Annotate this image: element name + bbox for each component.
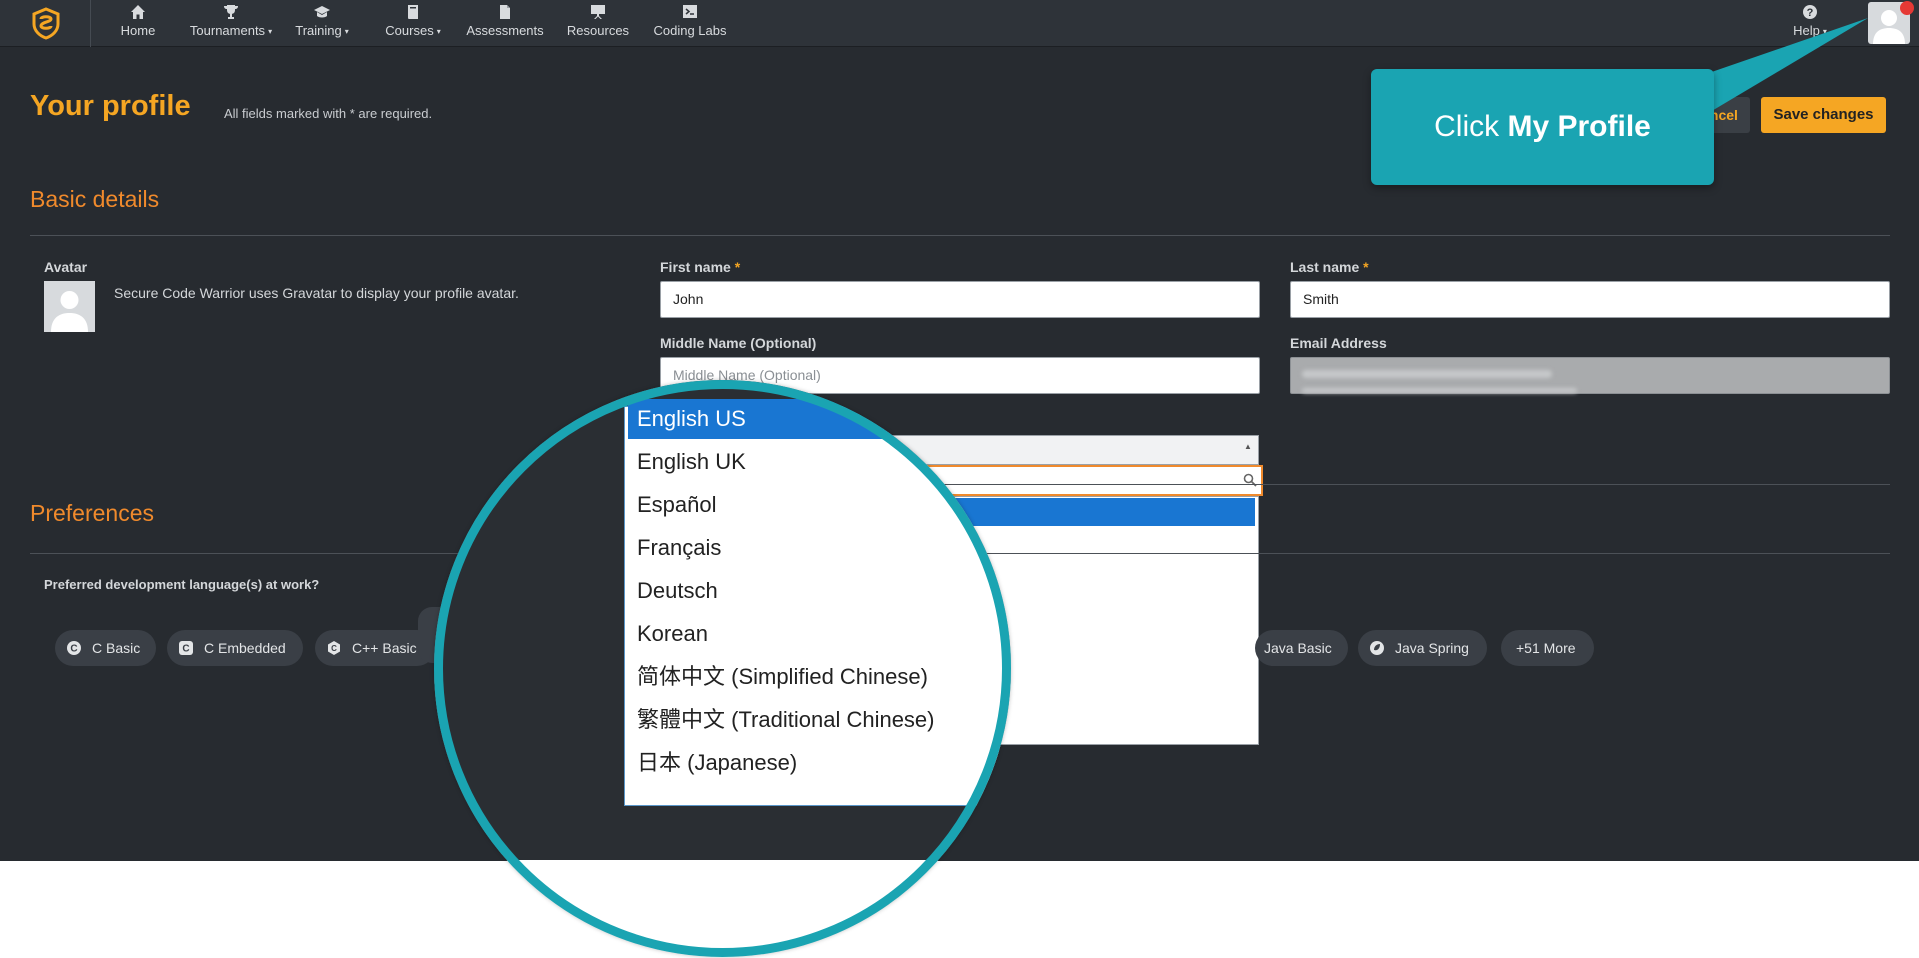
language-option-deutsch[interactable]: Deutsch bbox=[628, 571, 1011, 611]
nav-item-courses[interactable]: Courses ▾ bbox=[383, 4, 443, 44]
language-option-english-us[interactable]: English US bbox=[628, 399, 1011, 439]
c-language-icon: C bbox=[67, 641, 81, 655]
nav-item-training[interactable]: Training ▾ bbox=[292, 4, 352, 44]
svg-text:C: C bbox=[70, 644, 77, 655]
section-divider bbox=[30, 235, 1890, 236]
navbar-divider bbox=[90, 0, 91, 47]
notification-dot bbox=[1900, 1, 1914, 15]
presentation-icon bbox=[591, 5, 605, 19]
nav-label: Courses bbox=[385, 23, 434, 38]
tutorial-callout: Click My Profile bbox=[1371, 69, 1714, 185]
page-title: Your profile bbox=[30, 90, 191, 122]
avatar-label: Avatar bbox=[44, 259, 88, 275]
avatar bbox=[44, 281, 95, 332]
document-icon bbox=[500, 5, 510, 19]
language-option-korean[interactable]: Korean bbox=[628, 614, 1011, 654]
save-changes-button[interactable]: Save changes bbox=[1761, 97, 1886, 133]
language-chip[interactable]: C C++ Basic bbox=[315, 630, 435, 666]
nav-item-coding-labs[interactable]: Coding Labs bbox=[652, 4, 728, 44]
nav-label: Home bbox=[120, 23, 156, 38]
nav-item-tournaments[interactable]: Tournaments ▾ bbox=[186, 4, 276, 44]
svg-text:C: C bbox=[331, 644, 337, 653]
language-chip[interactable]: Java Basic bbox=[1255, 630, 1348, 666]
language-chip[interactable]: C C Embedded bbox=[167, 630, 303, 666]
preferences-title: Preferences bbox=[30, 500, 155, 526]
nav-item-home[interactable]: Home bbox=[118, 4, 158, 44]
caret-up-icon: ▲ bbox=[1244, 442, 1252, 451]
language-option-simplified-chinese[interactable]: 简体中文 (Simplified Chinese) bbox=[628, 657, 1011, 697]
last-name-field[interactable]: Smith bbox=[1290, 281, 1890, 318]
nav-label: Training bbox=[295, 23, 342, 38]
nav-label: Help bbox=[1793, 23, 1820, 38]
question-circle-icon: ? bbox=[1803, 5, 1817, 19]
first-name-label: First name * bbox=[660, 259, 741, 275]
nav-item-resources[interactable]: Resources bbox=[565, 4, 631, 44]
dev-language-question: Preferred development language(s) at wor… bbox=[44, 577, 320, 592]
language-chip[interactable]: C C Basic bbox=[55, 630, 156, 666]
language-option-english-uk[interactable]: English UK bbox=[628, 442, 1011, 482]
language-option-japanese[interactable]: 日本 (Japanese) bbox=[628, 743, 1011, 783]
magnified-background-white bbox=[434, 860, 1011, 957]
redacted-email-underline bbox=[1302, 388, 1577, 393]
basic-details-title: Basic details bbox=[30, 186, 160, 212]
caret-down-icon: ▾ bbox=[1822, 27, 1827, 36]
avatar-description: Secure Code Warrior uses Gravatar to dis… bbox=[114, 285, 519, 301]
nav-label: Resources bbox=[566, 23, 630, 38]
first-name-field[interactable]: John bbox=[660, 281, 1260, 318]
cpp-language-icon: C bbox=[328, 641, 340, 655]
required-mark: * bbox=[734, 259, 741, 275]
last-name-label: Last name * bbox=[1290, 259, 1369, 275]
language-option-espanol[interactable]: Español bbox=[628, 485, 1011, 525]
user-silhouette-icon bbox=[51, 291, 88, 332]
caret-down-icon: ▾ bbox=[436, 27, 441, 36]
svg-text:?: ? bbox=[1807, 7, 1814, 19]
home-icon bbox=[131, 5, 145, 19]
graduation-cap-icon bbox=[314, 6, 330, 18]
required-fields-note: All fields marked with * are required. bbox=[224, 106, 433, 121]
caret-down-icon: ▾ bbox=[268, 27, 273, 36]
language-option-traditional-chinese[interactable]: 繁體中文 (Traditional Chinese) bbox=[628, 700, 1011, 740]
secure-code-warrior-logo[interactable] bbox=[28, 5, 64, 41]
nav-item-assessments[interactable]: Assessments bbox=[464, 4, 546, 44]
required-mark: * bbox=[1363, 259, 1369, 275]
nav-label: Tournaments bbox=[189, 23, 266, 38]
top-navbar: Home Tournaments ▾ Training ▾ Courses ▾ Ass… bbox=[0, 0, 1919, 47]
c-language-icon: C bbox=[179, 641, 193, 655]
app-window: Home Tournaments ▾ Training ▾ Courses ▾ Ass… bbox=[0, 0, 1919, 958]
language-option-francais[interactable]: Français bbox=[628, 528, 1011, 568]
nav-item-help[interactable]: ? Help ▾ bbox=[1787, 4, 1833, 44]
nav-label: Assessments bbox=[466, 23, 544, 38]
middle-name-label: Middle Name (Optional) bbox=[660, 335, 817, 351]
book-icon bbox=[408, 5, 418, 19]
trophy-icon bbox=[224, 5, 238, 19]
magnifier-lens: English US English UK Español Français D… bbox=[434, 380, 1011, 957]
more-languages-chip[interactable]: +51 More bbox=[1501, 630, 1594, 666]
redacted-email bbox=[1302, 370, 1552, 378]
svg-text:C: C bbox=[182, 644, 189, 655]
nav-label: Coding Labs bbox=[653, 23, 727, 38]
caret-down-icon: ▾ bbox=[344, 27, 349, 36]
code-window-icon bbox=[683, 5, 697, 18]
java-spring-icon bbox=[1370, 641, 1384, 655]
email-label: Email Address bbox=[1290, 335, 1387, 351]
language-chip[interactable]: Java Spring bbox=[1358, 630, 1487, 666]
